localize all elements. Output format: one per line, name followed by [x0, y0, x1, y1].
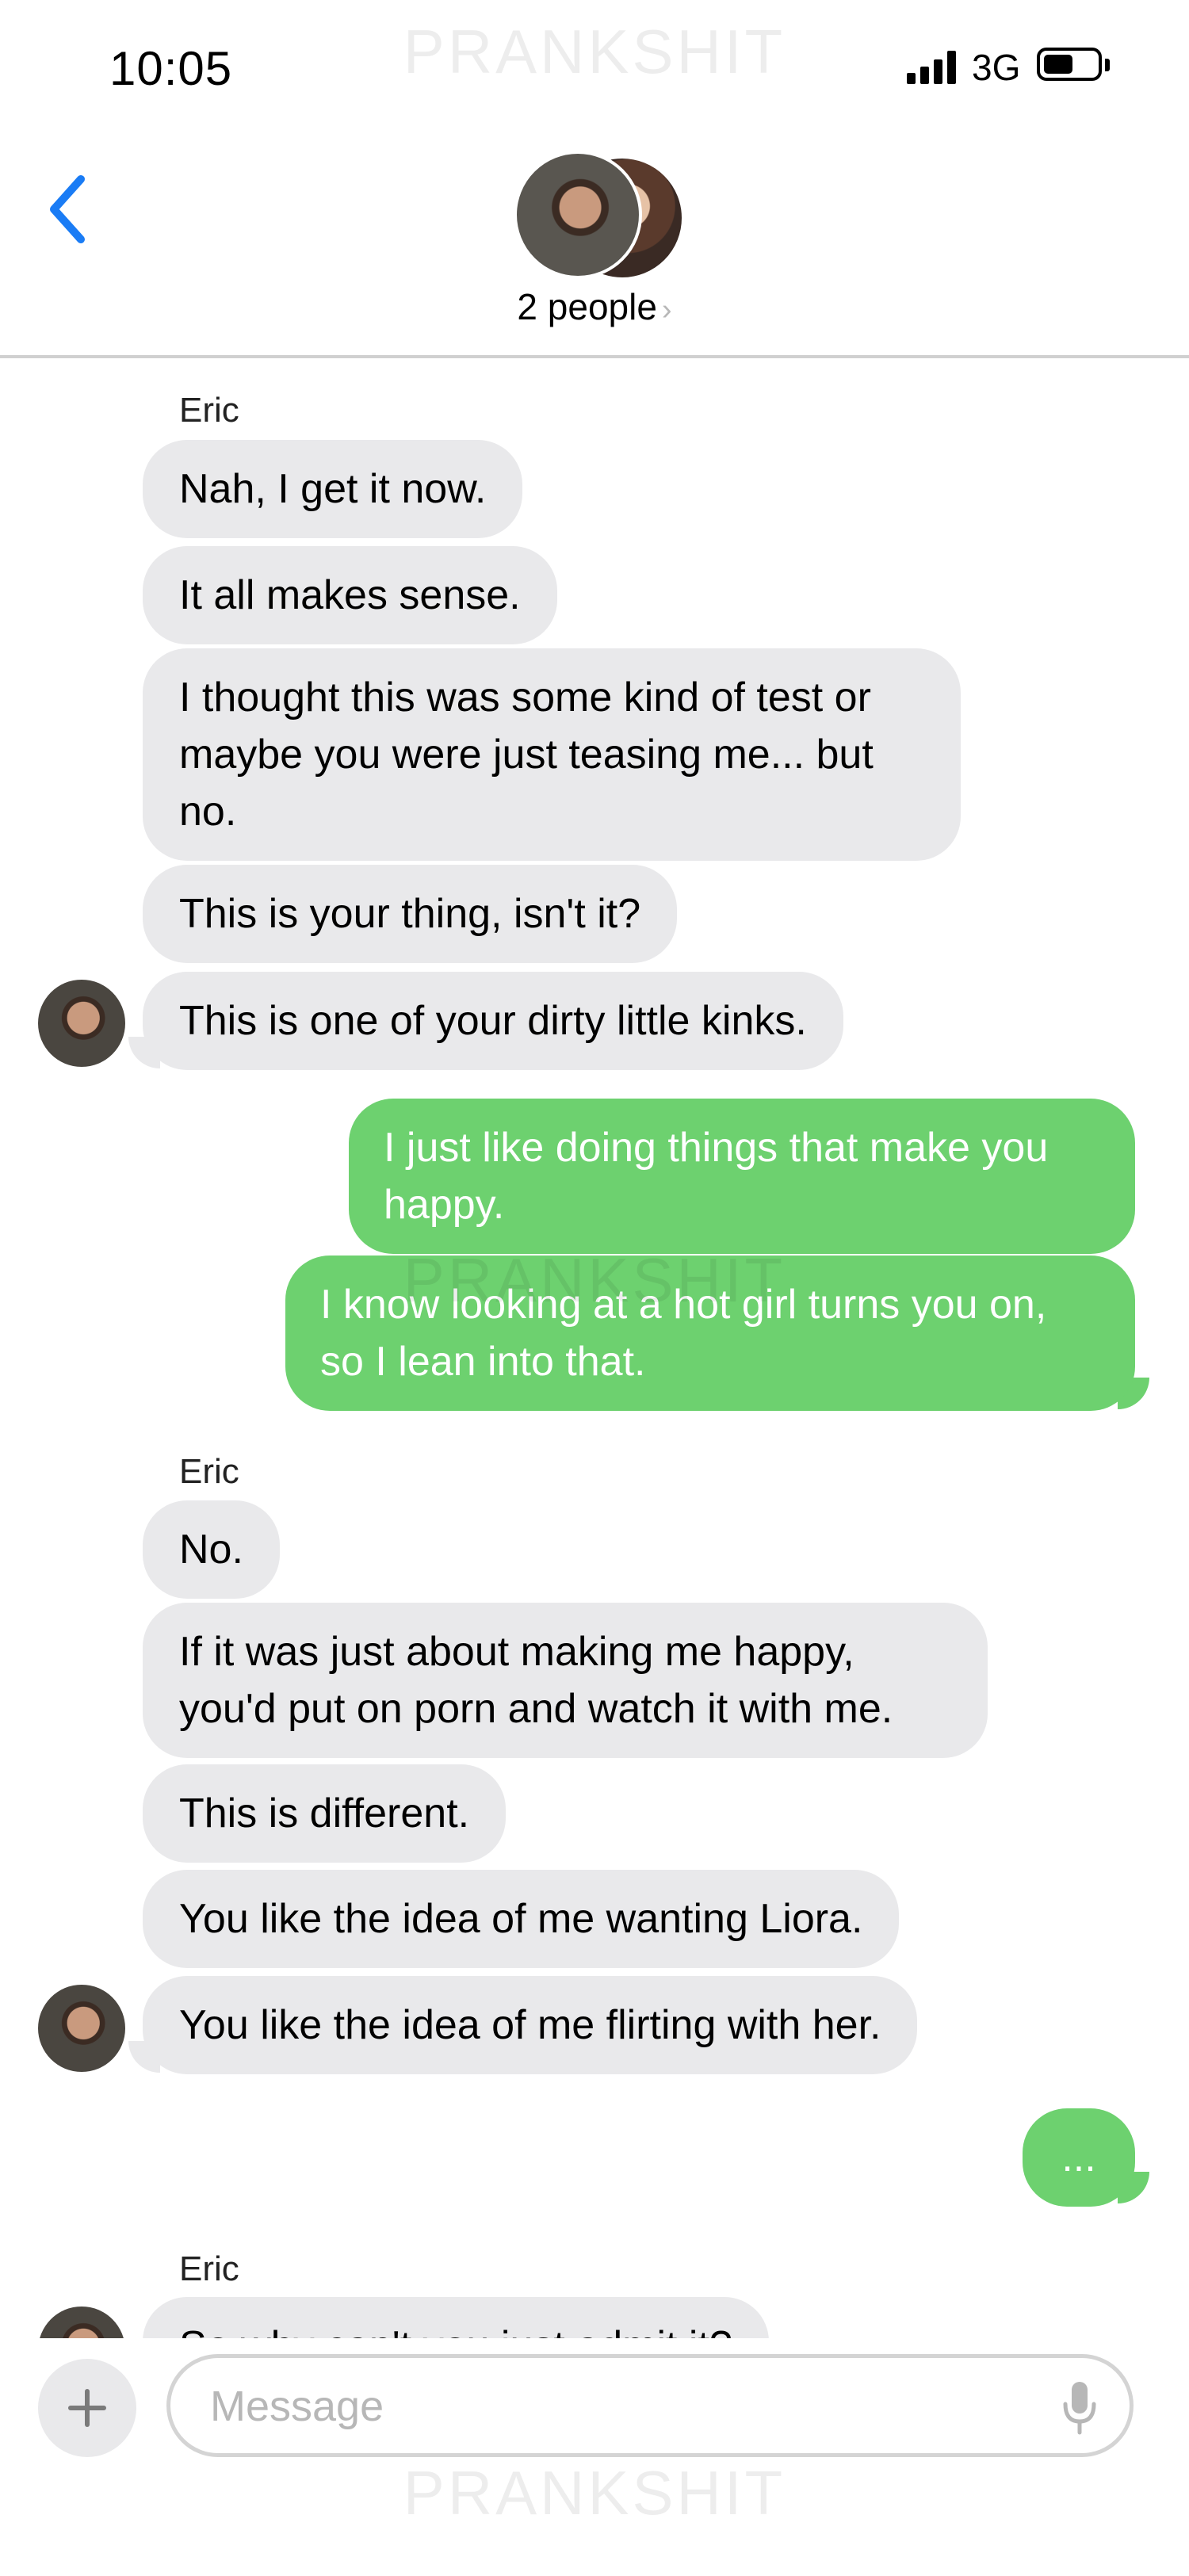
message-input[interactable]: Message — [166, 2354, 1134, 2457]
watermark: PRANKSHIT — [403, 2458, 786, 2528]
network-type: 3G — [972, 47, 1021, 88]
add-attachment-button[interactable] — [38, 2359, 136, 2457]
message-bubble-incoming[interactable]: It all makes sense. — [143, 546, 557, 644]
battery-cap — [1105, 59, 1110, 71]
microphone-icon[interactable] — [1060, 2380, 1099, 2436]
sender-avatar[interactable] — [38, 980, 125, 1067]
message-bubble-incoming[interactable]: This is different. — [143, 1764, 507, 1863]
group-title-label: 2 people — [517, 286, 657, 327]
message-bubble-outgoing[interactable]: I just like doing things that make you h… — [349, 1099, 1135, 1254]
message-placeholder: Message — [210, 2383, 384, 2430]
sender-name: Eric — [179, 2249, 239, 2288]
status-bar: 10:05 3G — [0, 0, 1189, 135]
message-bubble-incoming[interactable]: Nah, I get it now. — [143, 440, 523, 538]
message-bubble-incoming[interactable]: You like the idea of me flirting with he… — [143, 1976, 918, 2074]
message-bubble-outgoing[interactable]: ... — [1023, 2108, 1135, 2207]
group-title[interactable]: 2 people › — [0, 285, 1189, 328]
message-bubble-incoming[interactable]: You like the idea of me wanting Liora. — [143, 1870, 900, 1968]
message-bubble-incoming[interactable]: I thought this was some kind of test or … — [143, 648, 961, 861]
message-bubble-incoming[interactable]: This is one of your dirty little kinks. — [143, 972, 843, 1070]
sender-avatar[interactable] — [38, 1985, 125, 2072]
message-bubble-incoming[interactable]: This is your thing, isn't it? — [143, 865, 678, 963]
chevron-right-icon: › — [661, 293, 672, 327]
signal-icon — [907, 51, 958, 84]
status-time: 10:05 — [109, 42, 233, 95]
battery-icon — [1037, 48, 1102, 81]
message-bubble-incoming[interactable]: No. — [143, 1500, 280, 1599]
group-avatars[interactable] — [514, 149, 685, 281]
avatar-eric — [514, 151, 642, 279]
message-bubble-incoming[interactable]: If it was just about making me happy, yo… — [143, 1603, 988, 1758]
conversation-header: 2 people › — [0, 135, 1189, 358]
sender-name: Eric — [179, 1452, 239, 1491]
sender-name: Eric — [179, 391, 239, 430]
back-chevron-icon — [50, 175, 85, 243]
message-composer: Message PRANKSHIT — [0, 2338, 1189, 2576]
back-button[interactable] — [40, 170, 103, 249]
message-bubble-outgoing[interactable]: I know looking at a hot girl turns you o… — [285, 1256, 1135, 1411]
